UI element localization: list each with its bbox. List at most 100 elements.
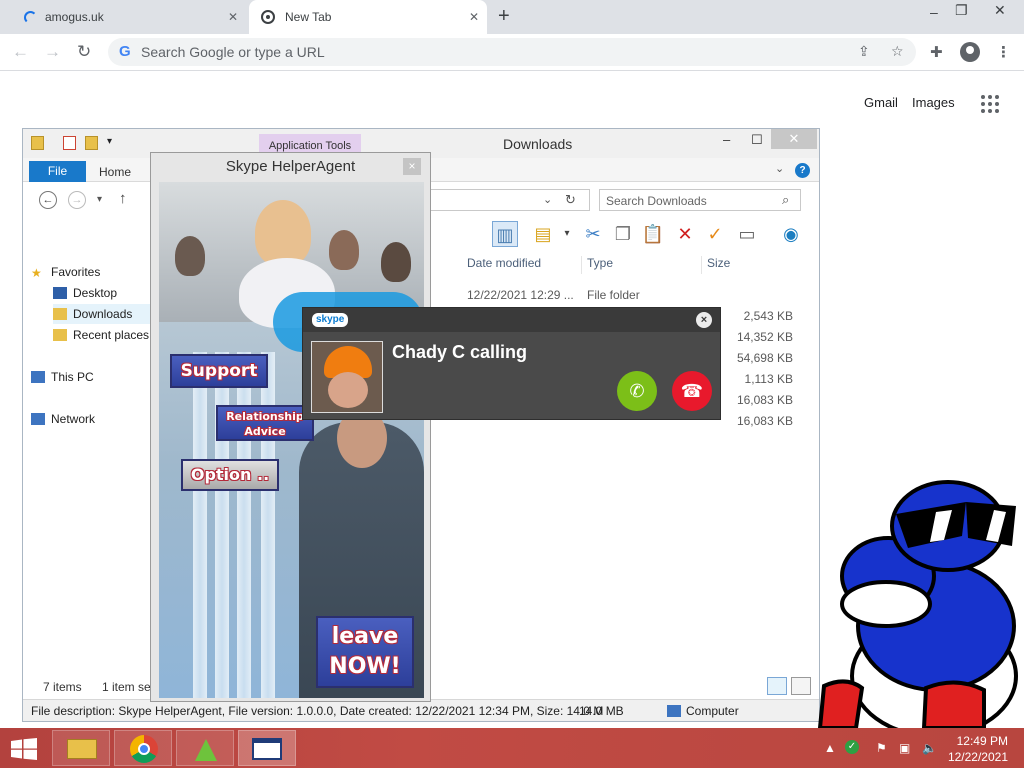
nav-this-pc[interactable]: This PC — [31, 367, 155, 387]
close-button[interactable]: ✕ — [771, 129, 817, 149]
delete-icon[interactable]: ✕ — [672, 221, 698, 247]
search-input[interactable] — [606, 193, 776, 209]
downloads-folder-icon — [53, 308, 67, 320]
recent-places-icon — [53, 329, 67, 341]
caller-avatar — [311, 341, 383, 413]
accept-call-button[interactable]: ✆ — [617, 371, 657, 411]
nav-recent-places[interactable]: Recent places — [53, 325, 155, 345]
phone-accept-icon: ✆ — [629, 381, 645, 401]
new-folder-icon[interactable] — [85, 136, 98, 150]
nav-downloads[interactable]: Downloads — [53, 304, 155, 324]
details-view-icon[interactable] — [767, 677, 787, 695]
blue-yoshi-mascot — [817, 480, 1018, 728]
rename-icon[interactable]: ▭ — [734, 221, 760, 247]
option-button[interactable]: Option .. — [181, 459, 279, 491]
google-apps-icon[interactable] — [981, 95, 999, 113]
helper-close-button[interactable]: × — [403, 158, 421, 175]
gmail-link[interactable]: Gmail — [864, 95, 898, 110]
dropdown-icon[interactable]: ▾ — [554, 221, 580, 247]
volume-icon[interactable]: 🔈 — [922, 741, 937, 755]
tab-title: New Tab — [285, 10, 332, 24]
preview-pane-icon[interactable]: ▥ — [492, 221, 518, 247]
folder-icon — [31, 136, 44, 150]
reload-button[interactable]: ↻ — [77, 42, 91, 62]
extensions-icon[interactable]: ✚ — [930, 43, 943, 61]
new-tab-button[interactable]: + — [498, 5, 510, 28]
paste-icon[interactable]: 📋 — [640, 221, 666, 247]
amogus-app-icon[interactable] — [176, 730, 234, 766]
clock-time[interactable]: 12:49 PM — [940, 734, 1008, 748]
quick-access-dropdown-icon[interactable]: ▾ — [107, 136, 112, 147]
forward-button[interactable]: → — [68, 191, 86, 209]
maximize-button[interactable]: ☐ — [751, 132, 763, 148]
support-button[interactable]: Support — [170, 354, 268, 388]
omnibox[interactable]: G ⇪ ☆ — [108, 38, 916, 66]
search-icon[interactable]: ⌕ — [782, 192, 789, 208]
minimize-button[interactable]: – — [723, 132, 730, 147]
incoming-call-popup: skype × Chady C calling ✆ ☎ — [302, 307, 721, 420]
refresh-icon[interactable]: ↻ — [565, 192, 576, 208]
checkmark-icon[interactable]: ✓ — [702, 221, 728, 247]
selection-count: 1 item sel — [102, 680, 154, 694]
star-icon[interactable]: ☆ — [891, 43, 904, 60]
chevron-down-icon[interactable]: ⌄ — [775, 162, 784, 175]
show-hidden-icons[interactable]: ▲ — [824, 741, 836, 755]
tab-new-tab[interactable]: New Tab ✕ — [249, 0, 487, 34]
images-link[interactable]: Images — [912, 95, 955, 110]
forward-button[interactable]: → — [44, 42, 61, 62]
nav-favorites[interactable]: ★ Favorites — [31, 262, 155, 282]
large-icons-view-icon[interactable] — [791, 677, 811, 695]
copy-icon[interactable]: ❐ — [610, 221, 636, 247]
minimize-button[interactable]: – — [930, 4, 938, 20]
network-tray-icon[interactable]: ▣ — [899, 741, 910, 755]
globe-icon[interactable]: ◉ — [778, 221, 804, 247]
details-description-bar: File description: Skype HelperAgent, Fil… — [23, 699, 819, 721]
tab-close-icon[interactable]: ✕ — [228, 10, 238, 24]
computer-icon — [667, 705, 681, 717]
tab-home[interactable]: Home — [99, 165, 131, 179]
restore-button[interactable]: ❐ — [955, 2, 968, 19]
windows-start-icon[interactable] — [10, 738, 38, 760]
menu-icon[interactable]: ⋮ — [996, 43, 1011, 61]
properties-icon[interactable] — [63, 136, 76, 150]
up-arrow-icon[interactable]: ↑ — [119, 190, 127, 207]
security-shield-icon[interactable]: ✓ — [845, 740, 859, 754]
address-input[interactable] — [141, 42, 821, 62]
relationship-advice-button[interactable]: Relationship Advice — [216, 405, 314, 441]
cut-icon[interactable]: ✂ — [580, 221, 606, 247]
search-downloads-box[interactable]: ⌕ — [599, 189, 801, 211]
profile-avatar[interactable] — [960, 42, 980, 62]
chrome-icon[interactable] — [114, 730, 172, 766]
globe-icon — [261, 10, 275, 24]
caller-name: Chady C calling — [392, 342, 528, 362]
recent-locations-icon[interactable]: ▾ — [97, 194, 102, 205]
back-button[interactable]: ← — [12, 42, 29, 62]
google-g-icon: G — [119, 43, 131, 60]
properties-icon[interactable]: ▤ — [530, 221, 556, 247]
tab-amogus[interactable]: amogus.uk ✕ — [10, 0, 246, 34]
decline-call-button[interactable]: ☎ — [672, 371, 712, 411]
clock-date[interactable]: 12/22/2021 — [940, 750, 1008, 764]
nav-network[interactable]: Network — [31, 409, 155, 429]
tab-title: amogus.uk — [45, 10, 104, 24]
tab-file[interactable]: File — [29, 161, 86, 182]
back-button[interactable]: ← — [39, 191, 57, 209]
call-close-button[interactable]: × — [696, 312, 712, 328]
address-bar[interactable]: ⌄ ↻ — [418, 189, 590, 211]
file-explorer-icon[interactable] — [52, 730, 110, 766]
file-row[interactable]: 12/22/2021 12:29 ... File folder — [463, 285, 819, 305]
help-icon[interactable]: ? — [795, 163, 810, 178]
column-type[interactable]: Type — [587, 256, 613, 270]
address-dropdown-icon[interactable]: ⌄ — [543, 193, 552, 206]
window-app-icon[interactable] — [238, 730, 296, 766]
share-icon[interactable]: ⇪ — [858, 43, 870, 60]
file-size-text: 14.0 MB — [579, 704, 624, 718]
tab-close-icon[interactable]: ✕ — [469, 10, 479, 24]
leave-now-button[interactable]: leave NOW! — [316, 616, 414, 688]
action-center-flag-icon[interactable]: ⚑ — [876, 741, 887, 755]
close-window-button[interactable]: ✕ — [994, 2, 1006, 19]
column-date-modified[interactable]: Date modified — [467, 256, 541, 270]
nav-desktop[interactable]: Desktop — [53, 283, 153, 303]
column-size[interactable]: Size — [707, 256, 730, 270]
computer-icon — [31, 371, 45, 383]
